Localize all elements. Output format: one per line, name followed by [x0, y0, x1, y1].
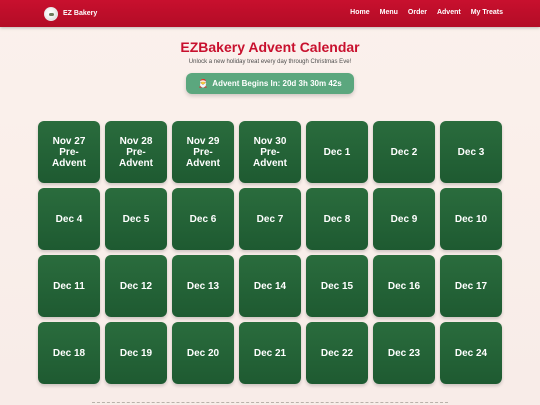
door-label: Dec 9	[390, 213, 418, 225]
door-label: Dec 1	[323, 146, 351, 158]
calendar-door[interactable]: Nov 28 Pre- Advent	[105, 121, 167, 183]
calendar-door[interactable]: Dec 7	[239, 188, 301, 250]
nav-link-order[interactable]: Order	[408, 9, 427, 16]
nav-link-my-treats[interactable]: My Treats	[471, 9, 503, 16]
door-label: Dec 13	[186, 280, 220, 292]
calendar-door[interactable]: Dec 11	[38, 255, 100, 317]
door-label: Dec 16	[387, 280, 421, 292]
calendar-door[interactable]: Dec 24	[440, 322, 502, 384]
calendar-door[interactable]: Dec 22	[306, 322, 368, 384]
door-label: Nov 30 Pre- Advent	[253, 135, 287, 169]
calendar-door[interactable]: Nov 30 Pre- Advent	[239, 121, 301, 183]
door-label: Dec 24	[454, 347, 488, 359]
brand-name: EZ Bakery	[63, 10, 98, 17]
calendar-door[interactable]: Dec 13	[172, 255, 234, 317]
door-label: Dec 22	[320, 347, 354, 359]
nav-links: Home Menu Order Advent My Treats	[350, 9, 503, 16]
door-label: Dec 8	[323, 213, 351, 225]
door-label: Dec 3	[457, 146, 485, 158]
door-label: Dec 17	[454, 280, 488, 292]
calendar-door[interactable]: Dec 19	[105, 322, 167, 384]
calendar-door[interactable]: Dec 1	[306, 121, 368, 183]
calendar-door[interactable]: Dec 17	[440, 255, 502, 317]
nav-link-menu[interactable]: Menu	[380, 9, 398, 16]
calendar-door[interactable]: Dec 12	[105, 255, 167, 317]
door-label: Dec 10	[454, 213, 488, 225]
door-label: Dec 14	[253, 280, 287, 292]
calendar-door[interactable]: Dec 10	[440, 188, 502, 250]
calendar-door[interactable]: Dec 15	[306, 255, 368, 317]
door-label: Dec 11	[53, 280, 85, 292]
nav-link-advent[interactable]: Advent	[437, 9, 461, 16]
countdown-badge: 🎅 Advent Begins In: 20d 3h 30m 42s	[186, 73, 354, 94]
door-label: Dec 2	[390, 146, 418, 158]
calendar-door[interactable]: Dec 16	[373, 255, 435, 317]
santa-icon: 🎅	[198, 79, 209, 88]
calendar-door[interactable]: Dec 20	[172, 322, 234, 384]
door-label: Dec 6	[189, 213, 217, 225]
door-label: Dec 18	[52, 347, 86, 359]
calendar-door[interactable]: Dec 5	[105, 188, 167, 250]
door-label: Nov 29 Pre- Advent	[186, 135, 220, 169]
bakery-logo-icon	[44, 6, 58, 21]
brand[interactable]: EZ Bakery	[44, 6, 97, 21]
door-label: Dec 12	[119, 280, 153, 292]
calendar-door[interactable]: Dec 3	[440, 121, 502, 183]
page-title: EZBakery Advent Calendar	[180, 39, 360, 55]
calendar-door[interactable]: Dec 9	[373, 188, 435, 250]
calendar-door[interactable]: Dec 6	[172, 188, 234, 250]
nav-link-home[interactable]: Home	[350, 9, 369, 16]
door-label: Dec 5	[122, 213, 150, 225]
door-label: Dec 19	[119, 347, 153, 359]
calendar-door[interactable]: Dec 2	[373, 121, 435, 183]
door-label: Dec 21	[253, 347, 287, 359]
calendar-door[interactable]: Nov 27 Pre- Advent	[38, 121, 100, 183]
calendar-door[interactable]: Dec 14	[239, 255, 301, 317]
door-label: Dec 15	[320, 280, 354, 292]
calendar-door[interactable]: Nov 29 Pre- Advent	[172, 121, 234, 183]
countdown-text: Advent Begins In: 20d 3h 30m 42s	[212, 79, 342, 88]
top-navbar: EZ Bakery Home Menu Order Advent My Trea…	[0, 0, 540, 27]
door-label: Dec 4	[55, 213, 83, 225]
calendar-door[interactable]: Dec 8	[306, 188, 368, 250]
calendar-door[interactable]: Dec 18	[38, 322, 100, 384]
calendar-door[interactable]: Dec 23	[373, 322, 435, 384]
page-subtitle: Unlock a new holiday treat every day thr…	[188, 59, 352, 65]
calendar-door[interactable]: Dec 21	[239, 322, 301, 384]
calendar-door[interactable]: Dec 4	[38, 188, 100, 250]
door-label: Nov 27 Pre- Advent	[52, 135, 86, 169]
door-label: Dec 20	[186, 347, 220, 359]
door-label: Dec 7	[256, 213, 284, 225]
door-label: Nov 28 Pre- Advent	[119, 135, 153, 169]
section-divider	[92, 402, 448, 403]
advent-calendar-grid: Nov 27 Pre- Advent Nov 28 Pre- Advent No…	[38, 121, 502, 384]
door-label: Dec 23	[387, 347, 421, 359]
